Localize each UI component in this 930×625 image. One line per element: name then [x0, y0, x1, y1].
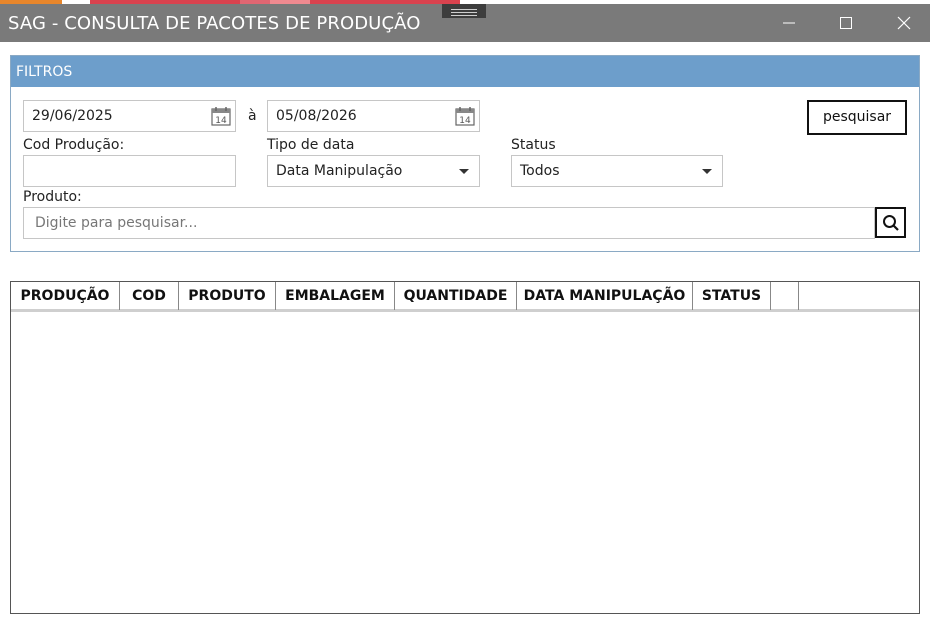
produto-label: Produto: [23, 189, 82, 205]
search-icon [883, 215, 899, 231]
column-header-status[interactable]: STATUS [693, 282, 771, 310]
column-header-embalagem[interactable]: EMBALAGEM [276, 282, 395, 310]
grid-header: PRODUÇÃO COD PRODUTO EMBALAGEM QUANTIDAD… [11, 282, 919, 312]
calendar-icon[interactable]: 14 [455, 106, 475, 126]
status-value: Todos [520, 163, 560, 179]
column-header-producao[interactable]: PRODUÇÃO [11, 282, 120, 310]
produto-search-input[interactable]: Digite para pesquisar... [23, 207, 875, 239]
close-icon [897, 16, 911, 30]
cod-producao-input[interactable] [23, 155, 236, 187]
date-to-value: 05/08/2026 [276, 108, 357, 124]
column-header-cod[interactable]: COD [120, 282, 179, 310]
calendar-day-text: 14 [215, 116, 227, 126]
status-label: Status [511, 137, 556, 153]
maximize-icon [840, 17, 852, 29]
window-title: SAG - CONSULTA DE PACOTES DE PRODUÇÃO [8, 13, 421, 34]
pesquisar-button[interactable]: pesquisar [807, 100, 907, 135]
tipo-data-value: Data Manipulação [276, 163, 403, 179]
chevron-down-icon [702, 169, 712, 174]
column-header-data-manipulacao[interactable]: DATA MANIPULAÇÃO [517, 282, 693, 310]
cod-producao-label: Cod Produção: [23, 137, 125, 153]
maximize-button[interactable] [823, 4, 869, 42]
results-grid[interactable]: PRODUÇÃO COD PRODUTO EMBALAGEM QUANTIDAD… [10, 281, 920, 614]
calendar-icon[interactable]: 14 [211, 106, 231, 126]
date-to-picker[interactable]: 05/08/2026 14 [267, 100, 480, 132]
title-bar[interactable]: SAG - CONSULTA DE PACOTES DE PRODUÇÃO [0, 4, 930, 42]
column-header-produto[interactable]: PRODUTO [179, 282, 276, 310]
produto-search-placeholder: Digite para pesquisar... [35, 215, 198, 231]
drag-handle-icon[interactable] [442, 4, 486, 18]
minimize-button[interactable] [766, 4, 812, 42]
date-from-value: 29/06/2025 [32, 108, 113, 124]
produto-search-button[interactable] [875, 207, 906, 238]
column-header-quantidade[interactable]: QUANTIDADE [395, 282, 517, 310]
minimize-icon [783, 22, 795, 24]
chevron-down-icon [459, 169, 469, 174]
date-from-picker[interactable]: 29/06/2025 14 [23, 100, 236, 132]
close-button[interactable] [881, 4, 927, 42]
column-header-empty[interactable] [771, 282, 799, 310]
tipo-data-select[interactable]: Data Manipulação [267, 155, 480, 187]
tipo-data-label: Tipo de data [267, 137, 355, 153]
filters-panel: FILTROS 29/06/2025 14 à 05/08/2026 14 pe… [10, 55, 920, 252]
date-separator: à [248, 108, 257, 124]
status-select[interactable]: Todos [511, 155, 723, 187]
filters-header: FILTROS [11, 56, 919, 87]
calendar-day-text: 14 [459, 116, 471, 126]
